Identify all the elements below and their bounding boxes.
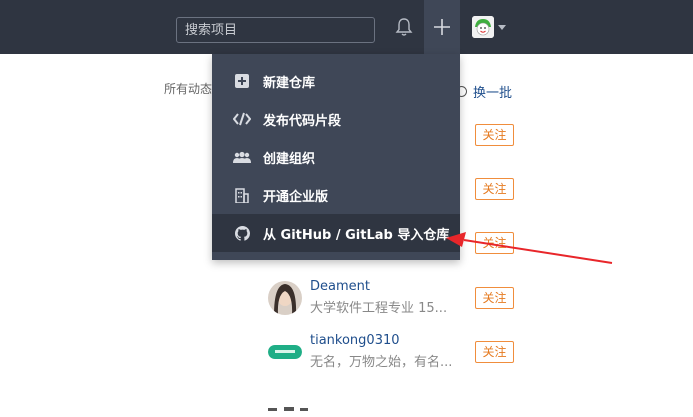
annotation-arrow xyxy=(446,232,613,264)
